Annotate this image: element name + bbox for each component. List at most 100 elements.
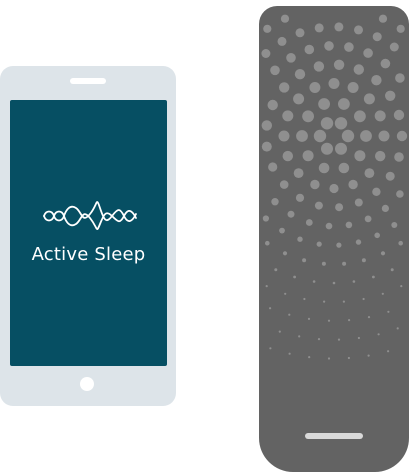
speaker-dot [317,338,321,341]
speaker-dot [316,241,322,247]
speaker-dot [354,110,366,123]
home-button[interactable] [80,377,94,391]
speaker-dot [261,141,272,152]
speaker-dot [295,193,305,202]
speaker-dot [390,268,394,272]
speaker-dot [396,130,408,142]
speaker-dot [277,36,287,46]
speaker-dot [396,190,404,198]
speaker-dot [348,179,358,190]
speaker-dot [261,120,272,131]
speaker-dot [310,179,320,190]
speaker-dot [297,236,303,242]
speaker-dot [327,319,331,322]
speaker-dot [280,14,290,23]
speaker-dot [363,93,375,105]
speaker-dot [293,93,305,105]
speaker-dot [286,53,296,63]
speaker-dot [303,297,306,301]
speaker-dot [378,130,390,142]
speaker-dot [323,300,326,303]
speaker-dot [296,130,308,142]
speaker-dot [336,242,342,248]
speaker-dot [298,335,301,338]
speaker-dot [279,82,290,93]
speaker-dot [321,261,326,266]
speaker-dot [335,142,347,155]
speaker-dot [278,130,290,142]
sleep-device [259,6,409,472]
speaker-dot [371,75,382,86]
speaker-dot [309,82,321,93]
speaker-dot [288,352,291,355]
speaker-dot [288,313,291,316]
speaker-dot [278,330,281,333]
speaker-dot [347,356,350,360]
speaker-dot [307,317,311,320]
speaker-dot [367,354,370,357]
speaker-dot [262,215,269,222]
speaker-dot [318,162,330,174]
speaker-dot [385,171,395,181]
speaker-dot [325,222,333,230]
speaker-dot [267,99,278,111]
speaker-dot [302,150,314,162]
speaker-dot [361,258,366,263]
speaker-dot [372,32,382,42]
speaker-dot [362,297,365,301]
speaker-dot [396,24,405,33]
speaker-dot [314,23,324,33]
speaker-dot [385,90,396,102]
speaker-dot [313,129,327,143]
speaker-dot [354,25,363,35]
speaker-dot [337,338,341,341]
speaker-dot [321,142,333,155]
speaker-dot [387,310,390,313]
speaker-dot [314,201,323,210]
speaker-dot [312,280,316,283]
speaker-dot [268,162,278,172]
speaker-dot [378,14,388,23]
speaker-dot [302,258,307,263]
speaker-dot [374,110,386,122]
speaker-dot [329,183,339,194]
speaker-dot [354,150,366,162]
speaker-dot [338,162,350,174]
speaker-dot [284,292,287,295]
speaker-dot [282,110,294,122]
speaker-dot [381,292,384,295]
speaker-dot [342,300,345,303]
speaker-dot [396,327,399,330]
speaker-dot [374,232,380,239]
speaker-dot [364,215,372,223]
device-indicator-light [305,433,363,439]
speaker-dot [333,59,345,70]
speaker-dot [334,22,344,32]
speaker-dot [287,210,295,218]
speaker-dot [279,227,285,234]
speaker-dot [387,350,390,353]
speaker-dot [282,150,293,162]
speaker-dot [269,307,272,310]
speaker-dot [377,333,380,336]
speaker-dot [355,239,362,245]
speaker-dot [265,285,268,288]
speaker-dot [324,41,334,51]
speaker-dot [372,187,381,196]
speaker-dot [274,268,278,272]
speaker-dot [398,240,403,246]
speaker-dot [353,64,364,75]
sound-wave-icon [43,201,137,231]
speaker-dot [295,28,305,38]
app-splash-screen: Active Sleep [10,100,167,366]
speaker-dot [282,251,288,256]
speaker-dot [345,221,353,229]
speaker-dot [304,44,315,55]
speaker-dot [294,69,306,80]
speaker-dot [293,275,296,279]
speaker-dot [395,73,405,83]
product-illustration: Active Sleep [0,0,411,473]
app-name: Active Sleep [31,244,146,265]
speaker-dot [348,319,351,322]
speaker-dot [380,58,391,69]
